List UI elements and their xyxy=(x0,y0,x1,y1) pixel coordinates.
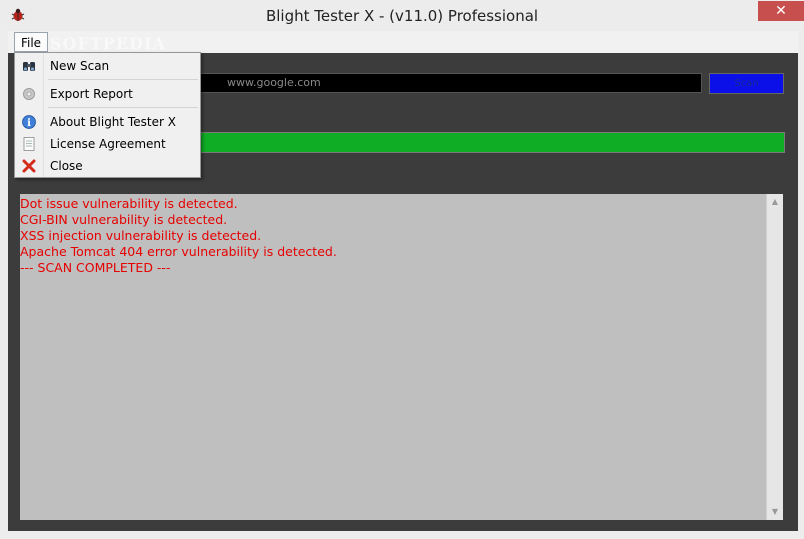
log-scrollbar[interactable]: ▲ ▼ xyxy=(766,194,783,520)
menu-item-new-scan[interactable]: New Scan xyxy=(15,55,200,77)
red-x-icon xyxy=(22,159,36,173)
menu-item-label: About Blight Tester X xyxy=(50,115,176,129)
scroll-down-arrow-icon[interactable]: ▼ xyxy=(767,504,783,520)
log-line: --- SCAN COMPLETED --- xyxy=(20,260,171,275)
log-line: Apache Tomcat 404 error vulnerability is… xyxy=(20,244,337,259)
scan-button[interactable]: Scan xyxy=(709,73,784,94)
app-window: Blight Tester X - (v11.0) Professional ✕… xyxy=(0,0,804,539)
log-line: XSS injection vulnerability is detected. xyxy=(20,228,262,243)
menu-item-export-report[interactable]: Export Report xyxy=(15,83,200,105)
log-line: CGI-BIN vulnerability is detected. xyxy=(20,212,228,227)
menu-item-label: New Scan xyxy=(50,59,110,73)
scan-log[interactable]: Dot issue vulnerability is detected. CGI… xyxy=(20,194,783,520)
url-input[interactable]: www.google.com xyxy=(196,73,702,93)
log-lines: Dot issue vulnerability is detected. CGI… xyxy=(20,196,337,276)
scroll-up-arrow-icon[interactable]: ▲ xyxy=(767,194,783,210)
menu-separator xyxy=(48,107,198,108)
menu-item-label: License Agreement xyxy=(50,137,166,151)
export-gear-icon xyxy=(23,88,35,100)
title-bar[interactable]: Blight Tester X - (v11.0) Professional ✕ xyxy=(0,0,804,31)
scan-progress-bar xyxy=(196,132,785,153)
file-menu-dropdown: New Scan Export Report i About Blight Te… xyxy=(14,52,201,178)
svg-text:i: i xyxy=(27,118,31,129)
menu-item-label: Export Report xyxy=(50,87,133,101)
menu-item-close[interactable]: Close xyxy=(15,155,200,177)
window-close-button[interactable]: ✕ xyxy=(758,1,804,21)
menu-item-license-agreement[interactable]: License Agreement xyxy=(15,133,200,155)
softpedia-watermark: SOFTPEDIA xyxy=(50,34,166,53)
menu-file[interactable]: File xyxy=(14,32,48,52)
binoculars-icon xyxy=(23,62,35,71)
document-icon xyxy=(23,137,35,151)
info-icon: i xyxy=(22,115,36,129)
menu-item-about[interactable]: i About Blight Tester X xyxy=(15,111,200,133)
progress-fill xyxy=(197,133,784,152)
menu-separator xyxy=(48,79,198,80)
log-line: Dot issue vulnerability is detected. xyxy=(20,196,238,211)
menu-item-label: Close xyxy=(50,159,83,173)
window-title: Blight Tester X - (v11.0) Professional xyxy=(265,7,539,25)
